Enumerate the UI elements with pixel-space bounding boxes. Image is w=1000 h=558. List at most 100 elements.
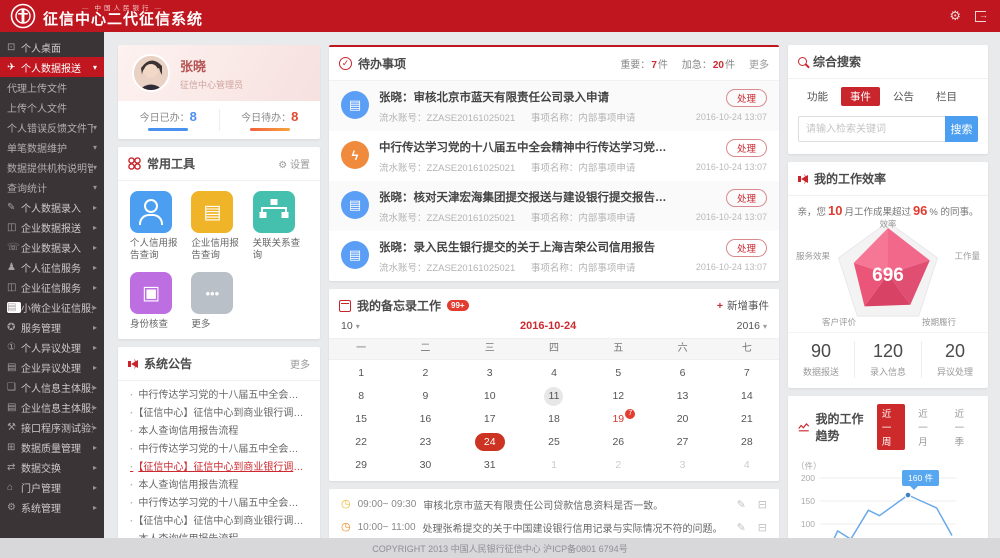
edit-icon[interactable]: ✎ xyxy=(737,498,746,511)
search-button[interactable]: 搜索 xyxy=(945,116,978,142)
sidebar-item[interactable]: 企业异议处理 ▸ xyxy=(0,357,104,377)
calendar-day[interactable]: 21 xyxy=(715,408,779,431)
sidebar-item[interactable]: 系统管理 ▸ xyxy=(0,497,104,517)
calendar-day[interactable]: 8 xyxy=(329,385,393,408)
handle-button[interactable]: 处理 xyxy=(725,189,767,207)
sidebar-item[interactable]: 门户管理 ▸ xyxy=(0,477,104,497)
tool-shortcut[interactable]: ••• 更多 xyxy=(191,272,246,331)
announcement-item[interactable]: 【征信中心】征信中心到商业银行调研发展规划制订 xyxy=(130,405,308,423)
search-tab[interactable]: 公告 xyxy=(884,87,923,106)
todo-item[interactable]: 张晓：审核北京市蓝天有限责任公司录入申请 流水账号：ZZASE201610250… xyxy=(329,81,779,131)
announcement-item[interactable]: 本人查询信用报告流程 xyxy=(130,423,308,441)
announcement-item[interactable]: 【征信中心】征信中心到商业银行调研发展规划制订 xyxy=(130,513,308,531)
announcement-item[interactable]: 中行传达学习党的十八届五中全会精神 xyxy=(130,495,308,513)
trend-tab[interactable]: 近一季 xyxy=(950,404,978,450)
calendar-day[interactable]: 4 xyxy=(715,454,779,477)
calendar-day[interactable]: 22 xyxy=(329,431,393,454)
announcement-item[interactable]: 中行传达学习党的十八届五中全会精神 xyxy=(130,441,308,459)
schedule-item[interactable]: 10:00~ 11:00 处理张希提交的关于中国建设银行信用记录与实际情况不符的… xyxy=(329,516,779,538)
sidebar-item[interactable]: 个人异议处理 ▸ xyxy=(0,337,104,357)
handle-button[interactable]: 处理 xyxy=(725,239,767,257)
trend-tab[interactable]: 近一月 xyxy=(913,404,941,450)
handle-button[interactable]: 处理 xyxy=(725,89,767,107)
calendar-day[interactable]: 25 xyxy=(522,431,586,454)
todo-item[interactable]: 张晓：录入民生银行提交的关于上海吉荣公司信用报告 流水账号：ZZASE20161… xyxy=(329,231,779,281)
trend-tab[interactable]: 近一周 xyxy=(876,404,906,450)
calendar-day[interactable]: 19 7 xyxy=(586,408,650,431)
sidebar-item[interactable]: 个人数据录入 ▸ xyxy=(0,197,104,217)
tool-shortcut[interactable]: ▣ 身份核查 xyxy=(130,272,185,331)
calendar-day[interactable]: 13 xyxy=(650,385,714,408)
calendar-day[interactable]: 3 xyxy=(458,362,522,385)
sidebar-item[interactable]: 个人桌面 xyxy=(0,37,104,57)
sidebar-item[interactable]: 单笔数据维护 ▾ xyxy=(0,137,104,157)
tool-shortcut[interactable]: ▤ 企业信用报告查询 xyxy=(191,191,246,262)
tools-settings-link[interactable]: ⚙ 设置 xyxy=(278,156,310,171)
add-event-button[interactable]: 新增事件 xyxy=(717,298,769,313)
handle-button[interactable]: 处理 xyxy=(725,139,767,157)
sidebar-item[interactable]: 接口程序测试验证 ▸ xyxy=(0,417,104,437)
sidebar-item[interactable]: 个人错误反馈文件下载 ▾ xyxy=(0,117,104,137)
calendar-day[interactable]: 20 xyxy=(650,408,714,431)
sidebar-item[interactable]: 代理上传文件 xyxy=(0,77,104,97)
schedule-item[interactable]: 09:00~ 09:30 审核北京市蓝天有限责任公司贷款信息资料是否一致。 ✎ … xyxy=(329,493,779,516)
calendar-day[interactable]: 9 xyxy=(393,385,457,408)
search-tab[interactable]: 栏目 xyxy=(927,87,966,106)
calendar-day[interactable]: 2 xyxy=(586,454,650,477)
announcement-item[interactable]: 中行传达学习党的十八届五中全会精神 xyxy=(130,387,308,405)
calendar-day[interactable]: 27 xyxy=(650,431,714,454)
sidebar-item[interactable]: 企业征信服务 ▸ xyxy=(0,277,104,297)
announcement-item[interactable]: 本人查询信用报告流程 xyxy=(130,531,308,538)
sidebar-item[interactable]: 个人数据报送 ▾ xyxy=(0,57,104,77)
sidebar-item[interactable]: 数据交换 ▸ xyxy=(0,457,104,477)
calendar-day[interactable]: 3 xyxy=(650,454,714,477)
tool-shortcut[interactable]: 关联关系查询 xyxy=(252,191,308,262)
calendar-day[interactable]: 11 xyxy=(522,385,586,408)
search-input[interactable] xyxy=(798,116,945,142)
sidebar-item[interactable]: 企业信息主体服务 ▸ xyxy=(0,397,104,417)
calendar-day[interactable]: 5 xyxy=(586,362,650,385)
settings-icon[interactable]: ⚙ xyxy=(949,8,961,24)
sidebar-item[interactable]: 数据质量管理 ▸ xyxy=(0,437,104,457)
sidebar-item[interactable]: 查询统计 ▾ xyxy=(0,177,104,197)
sidebar-item[interactable]: 数据提供机构说明管理 ▾ xyxy=(0,157,104,177)
announcement-item[interactable]: 【征信中心】征信中心到商业银行调研发展规划制订 xyxy=(130,459,308,477)
calendar-day[interactable]: 23 xyxy=(393,431,457,454)
year-select[interactable]: 2016 xyxy=(737,320,767,332)
calendar-day[interactable]: 1 xyxy=(522,454,586,477)
calendar-day[interactable]: 2 xyxy=(393,362,457,385)
month-select[interactable]: 10 xyxy=(341,320,360,332)
delete-icon[interactable]: ⊟ xyxy=(758,521,767,534)
announcements-more-link[interactable]: 更多 xyxy=(290,356,310,371)
calendar-day[interactable]: 24 xyxy=(458,431,522,454)
calendar-day[interactable]: 6 xyxy=(650,362,714,385)
sidebar-item[interactable]: 企业数据报送 ▸ xyxy=(0,217,104,237)
calendar-day[interactable]: 30 xyxy=(393,454,457,477)
sidebar-item[interactable]: 上传个人文件 xyxy=(0,97,104,117)
todo-item[interactable]: 张晓：核对天津宏海集团提交报送与建设银行提交报告信息是否一致 流水账号：ZZAS… xyxy=(329,181,779,231)
delete-icon[interactable]: ⊟ xyxy=(758,498,767,511)
sidebar-item[interactable]: 个人信息主体服务 ▸ xyxy=(0,377,104,397)
calendar-day[interactable]: 16 xyxy=(393,408,457,431)
calendar-day[interactable]: 12 xyxy=(586,385,650,408)
calendar-day[interactable]: 1 xyxy=(329,362,393,385)
calendar-day[interactable]: 18 xyxy=(522,408,586,431)
calendar-day[interactable]: 4 xyxy=(522,362,586,385)
calendar-day[interactable]: 17 xyxy=(458,408,522,431)
sidebar-item[interactable]: 个人征信服务 ▸ xyxy=(0,257,104,277)
todo-more-link[interactable]: 更多 xyxy=(749,56,769,71)
edit-icon[interactable]: ✎ xyxy=(737,521,746,534)
calendar-day[interactable]: 7 xyxy=(715,362,779,385)
sidebar-item[interactable]: 小微企业征信服务 ▸ xyxy=(0,297,104,317)
search-tab[interactable]: 事件 xyxy=(841,87,880,106)
sidebar-item[interactable]: 企业数据录入 ▸ xyxy=(0,237,104,257)
todo-item[interactable]: 中行传达学习党的十八届五中全会精神中行传达学习党的十八届五中全会精神 流水账号：… xyxy=(329,131,779,181)
calendar-day[interactable]: 10 xyxy=(458,385,522,408)
sidebar-item[interactable]: 服务管理 ▸ xyxy=(0,317,104,337)
logout-icon[interactable] xyxy=(975,10,988,22)
calendar-day[interactable]: 26 xyxy=(586,431,650,454)
calendar-day[interactable]: 14 xyxy=(715,385,779,408)
calendar-day[interactable]: 28 xyxy=(715,431,779,454)
calendar-day[interactable]: 29 xyxy=(329,454,393,477)
tool-shortcut[interactable]: 个人信用报告查询 xyxy=(130,191,185,262)
